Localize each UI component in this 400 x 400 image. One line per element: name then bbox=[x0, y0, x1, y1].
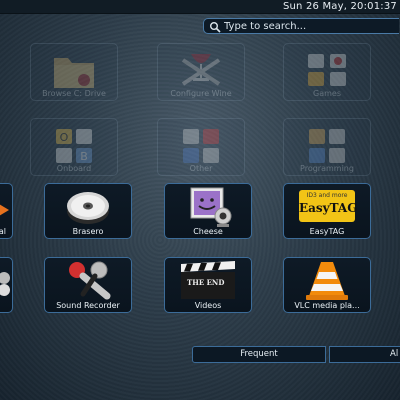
search-icon bbox=[210, 22, 221, 33]
app-tile-partial[interactable]: al bbox=[0, 183, 13, 239]
tab-all[interactable]: Al bbox=[329, 346, 400, 363]
category-label: Games bbox=[313, 89, 341, 98]
app-tile-brasero[interactable]: Brasero bbox=[44, 183, 132, 239]
tab-frequent[interactable]: Frequent bbox=[192, 346, 326, 363]
easytag-icon-subtitle: ID3 and more bbox=[306, 192, 348, 199]
category-games[interactable]: Games bbox=[283, 43, 371, 101]
app-tile-videos[interactable]: THE END Videos bbox=[164, 257, 252, 313]
svg-text:O: O bbox=[60, 131, 69, 144]
wine-config-icon bbox=[181, 54, 221, 86]
app-label: al bbox=[0, 227, 6, 236]
top-panel: Sun 26 May, 20:01:37 bbox=[0, 0, 400, 14]
games-icon bbox=[308, 54, 346, 86]
category-label: Programming bbox=[300, 164, 354, 173]
app-label: Brasero bbox=[72, 227, 104, 236]
app-tile-cheese[interactable]: Cheese bbox=[164, 183, 252, 239]
category-label: Onboard bbox=[56, 164, 92, 173]
clock[interactable]: Sun 26 May, 20:01:37 bbox=[283, 0, 397, 13]
search-input[interactable] bbox=[224, 19, 394, 33]
webcam-icon bbox=[190, 187, 232, 227]
partial-app-icon bbox=[0, 272, 10, 296]
app-tile-sound-recorder[interactable]: Sound Recorder bbox=[44, 257, 132, 313]
category-label: Configure Wine bbox=[170, 89, 232, 98]
app-label: Cheese bbox=[193, 227, 223, 236]
easytag-icon: ID3 and more EasyTAG bbox=[299, 190, 358, 222]
keyboard-icon: O B bbox=[56, 129, 92, 163]
clapperboard-text: THE END bbox=[187, 278, 225, 287]
programming-icon bbox=[309, 129, 345, 163]
app-label: Sound Recorder bbox=[56, 301, 120, 310]
category-onboard[interactable]: O B Onboard bbox=[30, 118, 118, 176]
category-other[interactable]: Other bbox=[157, 118, 245, 176]
clapperboard-icon: THE END bbox=[177, 260, 239, 300]
partial-app-icon bbox=[0, 204, 9, 216]
category-label: Browse C: Drive bbox=[42, 89, 106, 98]
app-tile-vlc[interactable]: VLC media pla... bbox=[283, 257, 371, 313]
view-tabs: Frequent Al bbox=[192, 346, 400, 363]
app-label: EasyTAG bbox=[309, 227, 345, 236]
easytag-icon-title: EasyTAG bbox=[299, 201, 358, 215]
microphone-icon bbox=[69, 261, 111, 300]
app-tile-partial[interactable] bbox=[0, 257, 13, 313]
app-label: Videos bbox=[194, 301, 222, 310]
other-apps-icon bbox=[183, 129, 219, 163]
folder-icon bbox=[54, 58, 94, 88]
vlc-cone-icon bbox=[306, 262, 348, 300]
category-programming[interactable]: Programming bbox=[283, 118, 371, 176]
category-browse-c-drive[interactable]: Browse C: Drive bbox=[30, 43, 118, 101]
app-tile-easytag[interactable]: ID3 and more EasyTAG EasyTAG bbox=[283, 183, 371, 239]
disc-burner-icon bbox=[67, 192, 109, 224]
category-label: Other bbox=[189, 164, 213, 173]
svg-text:B: B bbox=[80, 150, 88, 163]
search-box[interactable] bbox=[203, 18, 399, 34]
app-label: VLC media pla... bbox=[294, 301, 360, 310]
category-configure-wine[interactable]: Configure Wine bbox=[157, 43, 245, 101]
